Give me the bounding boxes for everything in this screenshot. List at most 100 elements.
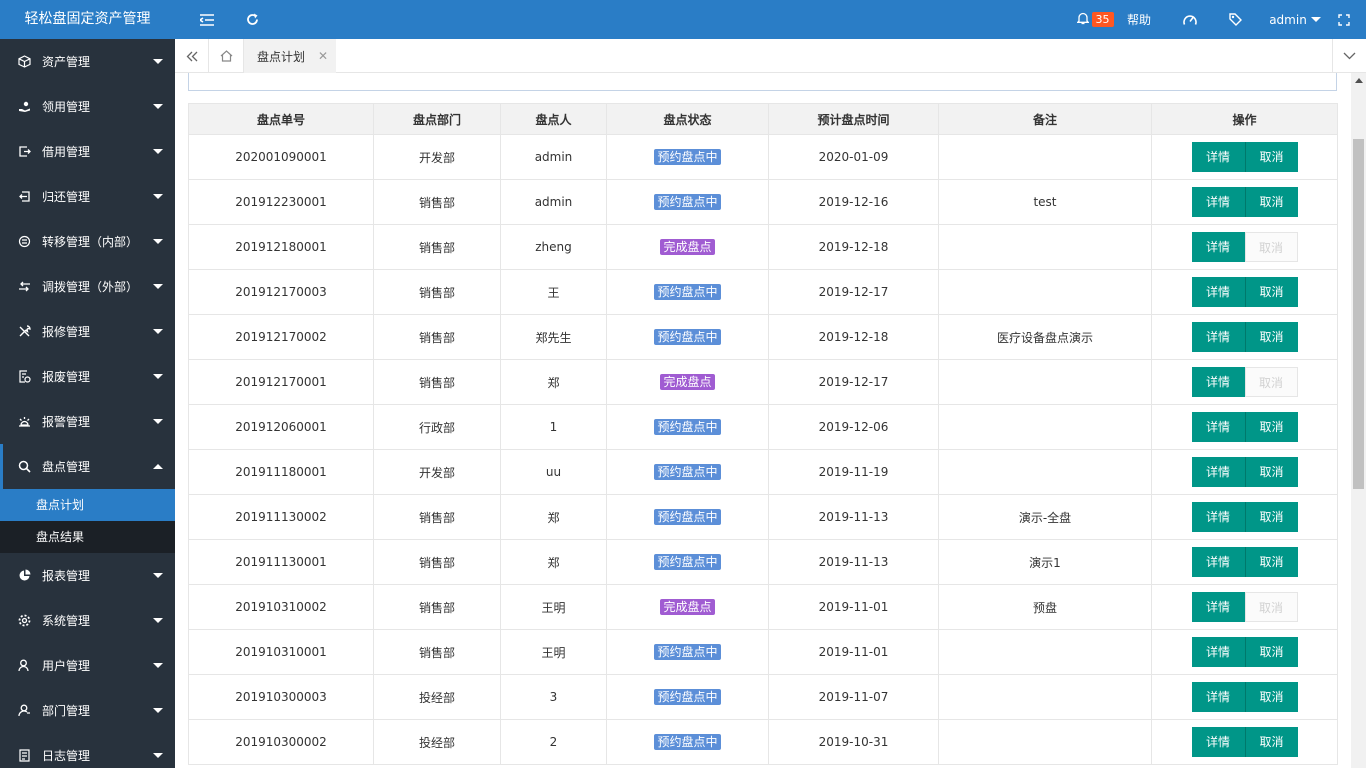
cancel-button[interactable]: 取消	[1244, 547, 1298, 577]
cancel-button[interactable]: 取消	[1244, 727, 1298, 757]
cell-actions: 详情 取消	[1151, 359, 1338, 405]
cell-order-id: 201912230001	[188, 179, 374, 225]
cell-order-id: 201912180001	[188, 224, 374, 270]
cancel-button[interactable]: 取消	[1244, 682, 1298, 712]
scroll-up-icon[interactable]	[1355, 78, 1363, 83]
detail-button[interactable]: 详情	[1191, 547, 1245, 577]
close-tab-icon[interactable]: ✕	[318, 49, 328, 63]
refresh-icon[interactable]	[242, 0, 262, 39]
table-row: 201910300003 投经部 3 预约盘点中 2019-11-07 详情 取消	[188, 674, 1338, 720]
detail-button[interactable]: 详情	[1191, 412, 1245, 442]
user-menu[interactable]: admin	[1269, 0, 1321, 39]
cancel-button[interactable]: 取消	[1244, 277, 1298, 307]
sidebar-item-borrow[interactable]: 借用管理	[0, 129, 175, 174]
tab-inventory-plan[interactable]: 盘点计划 ✕	[244, 39, 336, 73]
sidebar-item-return[interactable]: 归还管理	[0, 174, 175, 219]
sidebar-item-asset[interactable]: 资产管理	[0, 39, 175, 84]
cell-order-id: 201910310002	[188, 584, 374, 630]
cancel-button[interactable]: 取消	[1244, 457, 1298, 487]
detail-button[interactable]: 详情	[1191, 682, 1245, 712]
sidebar-item-label: 日志管理	[42, 749, 91, 763]
cell-department: 投经部	[373, 719, 501, 765]
fullscreen-icon[interactable]	[1336, 0, 1352, 39]
table-row: 201912180001 销售部 zheng 完成盘点 2019-12-18 详情 取消	[188, 224, 1338, 270]
cell-note: test	[938, 179, 1152, 225]
column-header: 盘点人	[500, 103, 607, 135]
status-badge: 预约盘点中	[654, 194, 721, 210]
detail-button[interactable]: 详情	[1191, 367, 1245, 397]
tabs-menu-chevron-down-icon[interactable]	[1332, 39, 1366, 73]
cell-planned-date: 2019-12-06	[768, 404, 939, 450]
sidebar-item-allocate[interactable]: 调拨管理（外部）	[0, 264, 175, 309]
home-tab-icon[interactable]	[210, 39, 244, 73]
sidebar-subitem-inventory-result[interactable]: 盘点结果	[0, 521, 175, 553]
sidebar-item-department[interactable]: 部门管理	[0, 688, 175, 733]
sidebar-item-label: 归还管理	[42, 190, 91, 204]
column-header: 盘点部门	[373, 103, 501, 135]
table-row: 201912230001 销售部 admin 预约盘点中 2019-12-16 test 详…	[188, 179, 1338, 225]
notification-button[interactable]: 35	[1074, 0, 1116, 39]
detail-button[interactable]: 详情	[1191, 727, 1245, 757]
cell-person: uu	[500, 449, 607, 495]
sidebar-item-log[interactable]: 日志管理	[0, 733, 175, 768]
cell-order-id: 201912170001	[188, 359, 374, 405]
detail-button[interactable]: 详情	[1191, 142, 1245, 172]
cell-planned-date: 2019-11-19	[768, 449, 939, 495]
sidebar-item-transfer[interactable]: 转移管理（内部）	[0, 219, 175, 264]
tabs-scroll-left-icon[interactable]	[175, 39, 209, 73]
vertical-scrollbar[interactable]	[1351, 73, 1366, 768]
status-badge: 预约盘点中	[654, 689, 721, 705]
allocate-icon	[17, 280, 31, 294]
status-badge: 完成盘点	[660, 374, 715, 390]
cancel-button[interactable]: 取消	[1244, 187, 1298, 217]
detail-button[interactable]: 详情	[1191, 592, 1245, 622]
detail-button[interactable]: 详情	[1191, 187, 1245, 217]
column-header: 盘点单号	[188, 103, 374, 135]
detail-button[interactable]: 详情	[1191, 457, 1245, 487]
cell-actions: 详情 取消	[1151, 584, 1338, 630]
cell-department: 开发部	[373, 449, 501, 495]
caret-down-icon	[153, 104, 163, 109]
table-row: 201912170001 销售部郑 完成盘点 2019-12-17 详情 取消	[188, 359, 1338, 405]
cancel-button[interactable]: 取消	[1244, 637, 1298, 667]
detail-button[interactable]: 详情	[1191, 277, 1245, 307]
cell-department: 销售部	[373, 314, 501, 360]
help-link[interactable]: 帮助	[1124, 0, 1154, 39]
wrench-icon	[17, 325, 31, 339]
detail-button[interactable]: 详情	[1191, 322, 1245, 352]
sidebar-item-repair[interactable]: 报修管理	[0, 309, 175, 354]
dashboard-icon[interactable]	[1180, 0, 1200, 39]
detail-button[interactable]: 详情	[1191, 232, 1245, 262]
caret-down-icon	[153, 374, 163, 379]
cancel-button[interactable]: 取消	[1244, 142, 1298, 172]
tag-icon[interactable]	[1226, 0, 1244, 39]
cell-note	[938, 359, 1152, 405]
sidebar-subitem-inventory-plan[interactable]: 盘点计划	[0, 489, 175, 521]
detail-button[interactable]: 详情	[1191, 502, 1245, 532]
collapse-menu-icon[interactable]	[196, 0, 218, 39]
detail-button[interactable]: 详情	[1191, 637, 1245, 667]
cell-person: 3	[500, 674, 607, 720]
caret-down-icon	[153, 618, 163, 623]
sidebar-item-alarm[interactable]: 报警管理	[0, 399, 175, 444]
sidebar-item-receive[interactable]: 领用管理	[0, 84, 175, 129]
caret-down-icon	[153, 708, 163, 713]
main-content: 盘点单号 盘点部门 盘点人 盘点状态 预计盘点时间 备注 操作 20200109…	[175, 73, 1351, 768]
sidebar-item-system[interactable]: 系统管理	[0, 598, 175, 643]
app-title[interactable]: 轻松盘固定资产管理	[0, 0, 175, 39]
sidebar-item-report[interactable]: 报表管理	[0, 553, 175, 598]
sidebar-item-scrap[interactable]: 报废管理	[0, 354, 175, 399]
caret-down-icon	[153, 194, 163, 199]
cell-department: 销售部	[373, 629, 501, 675]
cancel-button[interactable]: 取消	[1244, 322, 1298, 352]
sidebar-item-inventory[interactable]: 盘点管理	[0, 444, 175, 489]
user-icon	[17, 659, 31, 673]
sidebar-item-users[interactable]: 用户管理	[0, 643, 175, 688]
caret-down-icon	[153, 239, 163, 244]
cell-person: 2	[500, 719, 607, 765]
sidebar-item-label: 报警管理	[42, 415, 91, 429]
scrollbar-thumb[interactable]	[1353, 139, 1364, 489]
sidebar-item-label: 系统管理	[42, 614, 91, 628]
cancel-button[interactable]: 取消	[1244, 412, 1298, 442]
cancel-button[interactable]: 取消	[1244, 502, 1298, 532]
